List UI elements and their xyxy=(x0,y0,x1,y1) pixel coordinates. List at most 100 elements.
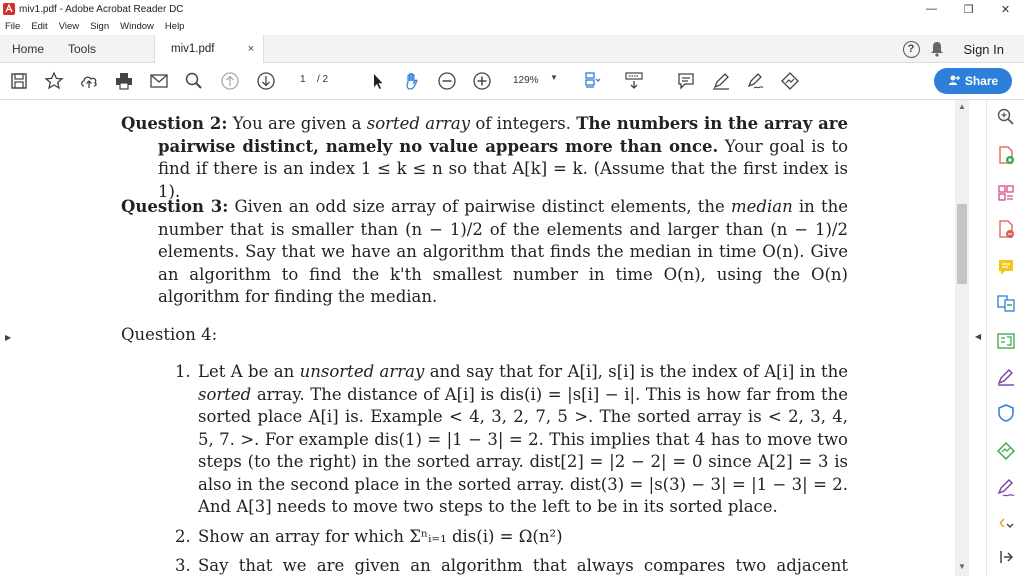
add-user-icon xyxy=(948,74,960,89)
q2-bold: The numbers in the array are xyxy=(576,114,848,133)
menu-sign[interactable]: Sign xyxy=(90,21,109,32)
mail-icon[interactable] xyxy=(149,71,169,91)
page-total: / 2 xyxy=(317,74,329,85)
q4-text: and say that for A[i], s[i] is the index… xyxy=(424,362,848,381)
q2-text: find if there is an index 1 ≤ k ≤ n so t… xyxy=(158,159,848,201)
zoom-search-icon[interactable] xyxy=(995,106,1017,128)
tools-pane xyxy=(986,100,1024,576)
menu-edit[interactable]: Edit xyxy=(31,21,47,32)
q2-italic: sorted array xyxy=(366,114,471,133)
right-panel-collapse-icon[interactable]: ◀ xyxy=(975,332,981,341)
q3-text: finding the median. xyxy=(274,287,438,306)
list-item-number: 3. xyxy=(175,556,191,575)
left-panel-expand-icon[interactable]: ▶ xyxy=(5,333,11,342)
share-button[interactable]: Share xyxy=(934,68,1012,94)
q4-text: Say that we are given an algorithm that … xyxy=(198,556,848,575)
q4-text: Let A be an xyxy=(198,362,300,381)
q3-text: in the xyxy=(792,197,848,216)
list-item-number: 2. xyxy=(175,527,191,546)
comment-tool-icon[interactable] xyxy=(995,256,1017,278)
hand-tool-icon[interactable] xyxy=(402,71,422,91)
menu-bar: File Edit View Sign Window Help xyxy=(0,18,1024,35)
sign-icon[interactable] xyxy=(745,71,765,91)
list-item: 1. Let A be an unsorted array and say th… xyxy=(175,361,848,519)
collapse-pane-icon[interactable] xyxy=(995,546,1017,568)
tab-tools[interactable]: Tools xyxy=(56,35,154,63)
menu-window[interactable]: Window xyxy=(120,21,154,32)
zoom-out-icon[interactable] xyxy=(437,71,457,91)
title-bar: miv1.pdf - Adobe Acrobat Reader DC — ❐ ✕ xyxy=(0,0,1024,18)
edit-pdf-icon[interactable] xyxy=(995,366,1017,388)
q3-text: Given an odd size array of pairwise dist… xyxy=(234,197,731,216)
export-pdf-icon[interactable] xyxy=(995,218,1017,240)
search-icon[interactable] xyxy=(184,71,204,91)
q3-text: number that is smaller than (n − 1)/2 of… xyxy=(158,219,848,239)
select-cursor-icon[interactable] xyxy=(368,71,388,91)
q4-text: array. The distance of A[i] is dis(i) = … xyxy=(251,384,848,404)
highlight-pen-icon[interactable] xyxy=(711,71,731,91)
save-icon[interactable] xyxy=(9,71,29,91)
page-number-input[interactable]: 1 xyxy=(300,74,306,85)
document-view[interactable]: ▶ Question 2: You are given a sorted arr… xyxy=(0,100,958,576)
acrobat-app-icon xyxy=(3,3,15,15)
send-for-review-icon[interactable] xyxy=(995,440,1017,462)
next-page-icon[interactable] xyxy=(256,71,276,91)
zoom-level[interactable]: 129% xyxy=(513,75,539,86)
q2-bold: pairwise distinct, namely no value appea… xyxy=(158,136,719,156)
list-item: 2. Show an array for which Σⁿᵢ₌₁ dis(i) … xyxy=(175,526,848,549)
list-item: 3. Say that we are given an algorithm th… xyxy=(175,555,848,576)
help-icon[interactable]: ? xyxy=(902,40,920,58)
protect-shield-icon[interactable] xyxy=(995,402,1017,424)
list-item-number: 1. xyxy=(175,362,191,381)
tab-home[interactable]: Home xyxy=(0,35,56,63)
toolbar: 1 / 2 129% ▼ Share xyxy=(0,63,1024,100)
page-layout-icon[interactable] xyxy=(583,71,603,91)
zoom-dropdown-icon[interactable]: ▼ xyxy=(550,73,558,82)
q3-italic: median xyxy=(731,197,793,216)
sign-in-link[interactable]: Sign In xyxy=(964,42,1004,57)
q4-text: Show an array for which Σⁿᵢ₌₁ dis(i) = Ω… xyxy=(198,527,563,546)
q2-text: Your goal is to xyxy=(718,136,849,156)
zoom-in-icon[interactable] xyxy=(472,71,492,91)
more-tools-chevron-icon[interactable] xyxy=(995,514,1017,536)
scrollbar-thumb[interactable] xyxy=(957,204,967,284)
question-3-heading: Question 3: xyxy=(121,197,229,216)
question-2: Question 2: You are given a sorted array… xyxy=(121,113,848,203)
share-label: Share xyxy=(964,74,999,88)
tab-document[interactable]: miv1.pdf × xyxy=(154,34,264,63)
previous-page-icon[interactable] xyxy=(220,71,240,91)
question-4-heading: Question 4: xyxy=(121,325,218,344)
comment-icon[interactable] xyxy=(676,71,696,91)
question-2-heading: Question 2: xyxy=(121,114,228,133)
question-3: Question 3: Given an odd size array of p… xyxy=(121,196,848,309)
create-pdf-icon[interactable] xyxy=(995,144,1017,166)
menu-view[interactable]: View xyxy=(59,21,79,32)
fill-sign-pen-icon[interactable] xyxy=(995,477,1017,499)
minimize-button[interactable]: — xyxy=(913,0,950,18)
read-mode-icon[interactable] xyxy=(624,71,644,91)
tab-row: Home Tools miv1.pdf × ? Sign In xyxy=(0,34,1024,63)
q4-italic: sorted xyxy=(198,384,252,404)
fill-and-sign-icon[interactable] xyxy=(995,330,1017,352)
scroll-down-icon[interactable]: ▼ xyxy=(958,562,966,571)
menu-help[interactable]: Help xyxy=(165,21,185,32)
window-title: miv1.pdf - Adobe Acrobat Reader DC xyxy=(19,3,184,15)
cloud-upload-icon[interactable] xyxy=(79,71,99,91)
q4-text: needs to move two steps to the left to b… xyxy=(276,497,778,516)
scroll-up-icon[interactable]: ▲ xyxy=(958,102,966,111)
q2-text: of integers. xyxy=(470,114,577,133)
q3-text: algorithm to find the k'th smallest numb… xyxy=(158,264,848,307)
print-icon[interactable] xyxy=(114,71,134,91)
bell-icon[interactable] xyxy=(930,41,944,57)
close-tab-icon[interactable]: × xyxy=(248,43,254,55)
star-icon[interactable] xyxy=(44,71,64,91)
combine-files-icon[interactable] xyxy=(995,292,1017,314)
organize-pages-icon[interactable] xyxy=(995,182,1017,204)
vertical-scrollbar[interactable]: ▲ ▼ xyxy=(955,100,969,576)
document-tab-label: miv1.pdf xyxy=(171,42,215,55)
send-for-signature-icon[interactable] xyxy=(780,71,800,91)
q2-text: You are given a xyxy=(232,114,367,133)
close-window-button[interactable]: ✕ xyxy=(987,0,1024,18)
maximize-button[interactable]: ❐ xyxy=(950,0,987,18)
menu-file[interactable]: File xyxy=(5,21,20,32)
